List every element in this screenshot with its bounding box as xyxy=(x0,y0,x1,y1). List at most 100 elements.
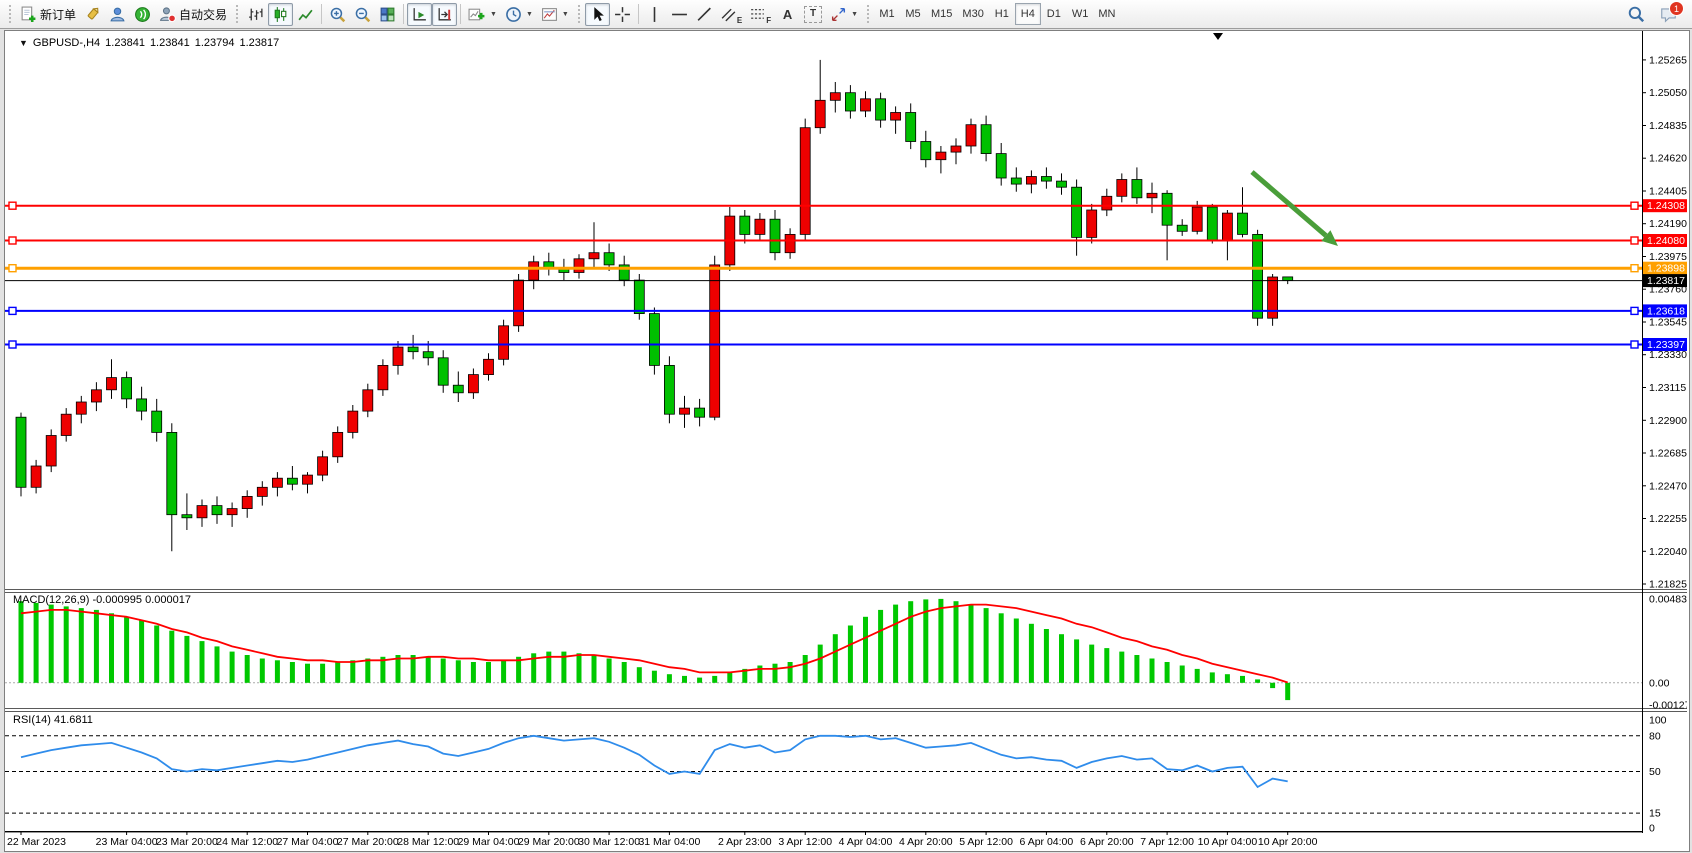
arrows-button[interactable]: ▼ xyxy=(826,3,862,26)
svg-text:29 Mar 04:00: 29 Mar 04:00 xyxy=(458,836,520,848)
autoscroll-button[interactable] xyxy=(407,3,432,26)
svg-text:1.22470: 1.22470 xyxy=(1649,480,1687,492)
svg-text:1.23975: 1.23975 xyxy=(1649,251,1687,263)
autotrading-icon xyxy=(159,6,176,23)
price-badge-1.23898: 1.23898 xyxy=(1643,262,1687,275)
svg-text:1.24405: 1.24405 xyxy=(1649,186,1687,198)
svg-text:22 Mar 2023: 22 Mar 2023 xyxy=(7,836,66,848)
autotrading-label: 自动交易 xyxy=(179,6,227,23)
svg-text:1.24835: 1.24835 xyxy=(1649,120,1687,132)
svg-text:10 Apr 04:00: 10 Apr 04:00 xyxy=(1198,836,1258,848)
toolbar-grip xyxy=(235,5,239,23)
svg-text:0.00: 0.00 xyxy=(1649,677,1670,689)
crosshair-button[interactable] xyxy=(610,3,635,26)
separator xyxy=(638,4,639,24)
svg-text:0: 0 xyxy=(1649,823,1655,835)
timeframe-d1[interactable]: D1 xyxy=(1041,3,1067,25)
fibonacci-icon xyxy=(750,6,765,23)
svg-text:23 Mar 04:00: 23 Mar 04:00 xyxy=(96,836,158,848)
templates-button[interactable]: ▼ xyxy=(537,3,573,26)
price-badge-1.23397: 1.23397 xyxy=(1643,338,1687,351)
styler-button[interactable] xyxy=(80,3,105,26)
equidistant-channel-button[interactable]: E xyxy=(717,3,746,26)
horizontal-line-button[interactable] xyxy=(667,3,692,26)
dropdown-caret-icon: ▼ xyxy=(526,11,533,18)
timeframe-h1[interactable]: H1 xyxy=(989,3,1015,25)
text-button[interactable]: A xyxy=(775,3,800,26)
timeframe-m5[interactable]: M5 xyxy=(900,3,926,25)
chart-window: 1.252651.250501.248351.246201.244051.241… xyxy=(4,30,1690,852)
dropdown-caret-icon: ▼ xyxy=(490,11,497,18)
line-chart-button[interactable] xyxy=(293,3,318,26)
search-button[interactable] xyxy=(1623,3,1649,26)
svg-text:80: 80 xyxy=(1649,730,1661,742)
candlestick-chart-button[interactable] xyxy=(268,3,293,26)
timeframe-m1[interactable]: M1 xyxy=(874,3,900,25)
svg-text:28 Mar 12:00: 28 Mar 12:00 xyxy=(397,836,459,848)
text-label-button[interactable]: T xyxy=(800,3,826,26)
svg-text:4 Apr 20:00: 4 Apr 20:00 xyxy=(899,836,953,848)
main-toolbar: 新订单 自动交易 xyxy=(0,0,1692,29)
zoom-out-icon xyxy=(354,6,371,23)
chart-shift-icon xyxy=(436,6,453,23)
cursor-button[interactable] xyxy=(585,3,610,26)
price-badge-1.23618: 1.23618 xyxy=(1643,304,1687,317)
svg-text:-0.001273: -0.001273 xyxy=(1649,700,1687,712)
chart-group: ▼ ▼ ▼ xyxy=(243,3,573,26)
svg-text:27 Mar 04:00: 27 Mar 04:00 xyxy=(277,836,339,848)
svg-text:6 Apr 04:00: 6 Apr 04:00 xyxy=(1020,836,1074,848)
price-chart-canvas[interactable]: 1.252651.250501.248351.246201.244051.241… xyxy=(5,31,1687,849)
toolbar-grip xyxy=(866,5,870,23)
separator xyxy=(321,4,322,24)
timeframe-m15[interactable]: M15 xyxy=(926,3,957,25)
timeframe-w1[interactable]: W1 xyxy=(1067,3,1094,25)
fibonacci-button[interactable]: F xyxy=(746,3,775,26)
trendline-button[interactable] xyxy=(692,3,717,26)
trade-group: 新订单 自动交易 xyxy=(16,3,231,26)
profile-button[interactable] xyxy=(105,3,130,26)
signal-icon xyxy=(134,6,151,23)
tile-windows-button[interactable] xyxy=(375,3,400,26)
arrows-icon xyxy=(830,6,847,23)
indicators-button[interactable]: ▼ xyxy=(464,3,501,26)
horizontal-line-icon xyxy=(671,6,688,23)
svg-text:2 Apr 23:00: 2 Apr 23:00 xyxy=(718,836,772,848)
svg-text:1.25265: 1.25265 xyxy=(1649,54,1687,66)
timeframe-h4[interactable]: H4 xyxy=(1015,3,1041,25)
svg-text:1.22900: 1.22900 xyxy=(1649,415,1687,427)
zoom-out-button[interactable] xyxy=(350,3,375,26)
svg-text:50: 50 xyxy=(1649,766,1661,778)
chart-shift-button[interactable] xyxy=(432,3,457,26)
new-order-icon xyxy=(20,6,37,23)
candlestick-chart-icon xyxy=(272,6,289,23)
zoom-in-icon xyxy=(329,6,346,23)
indicators-icon xyxy=(468,6,486,23)
svg-text:1.25050: 1.25050 xyxy=(1649,87,1687,99)
separator xyxy=(460,4,461,24)
signals-button[interactable] xyxy=(130,3,155,26)
timeframe-m30[interactable]: M30 xyxy=(957,3,988,25)
price-badge-1.24308: 1.24308 xyxy=(1643,199,1687,212)
price-badge-1.24080: 1.24080 xyxy=(1643,234,1687,247)
notification-badge: 1 xyxy=(1669,1,1684,16)
svg-text:6 Apr 20:00: 6 Apr 20:00 xyxy=(1080,836,1134,848)
separator xyxy=(403,4,404,24)
svg-text:23 Mar 20:00: 23 Mar 20:00 xyxy=(156,836,218,848)
new-order-button[interactable]: 新订单 xyxy=(16,3,80,26)
vertical-line-button[interactable] xyxy=(642,3,667,26)
autotrading-button[interactable]: 自动交易 xyxy=(155,3,231,26)
channel-e-glyph: E xyxy=(737,17,742,25)
zoom-in-button[interactable] xyxy=(325,3,350,26)
bar-chart-button[interactable] xyxy=(243,3,268,26)
autoscroll-icon xyxy=(411,6,428,23)
cursor-icon xyxy=(589,6,606,23)
periods-button[interactable]: ▼ xyxy=(501,3,537,26)
notifications-button[interactable]: 1 xyxy=(1655,3,1682,26)
svg-text:30 Mar 12:00: 30 Mar 12:00 xyxy=(578,836,640,848)
svg-text:1.24308: 1.24308 xyxy=(1647,200,1685,212)
svg-text:4 Apr 04:00: 4 Apr 04:00 xyxy=(839,836,893,848)
line-studies-group: E F A T ▼ xyxy=(585,3,862,26)
line-chart-icon xyxy=(297,6,314,23)
svg-text:7 Apr 12:00: 7 Apr 12:00 xyxy=(1140,836,1194,848)
timeframe-mn[interactable]: MN xyxy=(1093,3,1120,25)
